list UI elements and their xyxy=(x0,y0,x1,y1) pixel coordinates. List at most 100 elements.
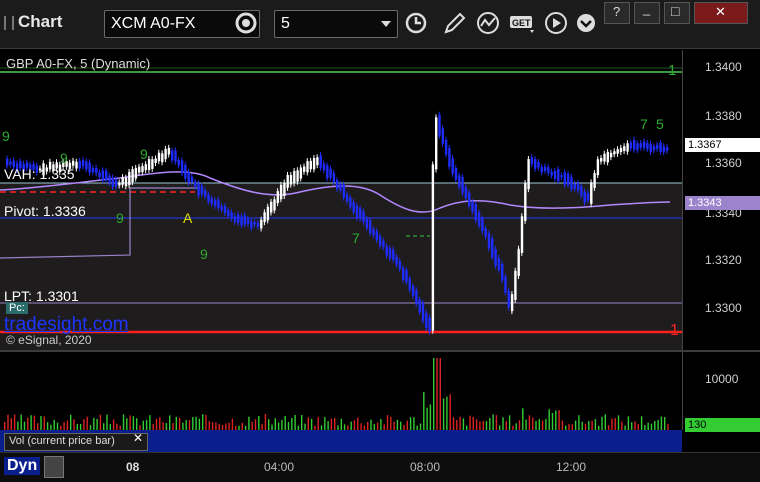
volume-bar xyxy=(604,414,606,430)
candle-body xyxy=(161,153,164,163)
close-study-icon[interactable]: ✕ xyxy=(133,431,143,445)
candle-body xyxy=(510,294,514,312)
candle-body xyxy=(656,144,659,149)
candle-body xyxy=(273,199,276,211)
title-bar: Chart XCM A0-FX 5 GET ? _ □ ✕ xyxy=(0,0,760,49)
study-icon[interactable] xyxy=(474,10,502,36)
volume-bar xyxy=(396,419,399,430)
volume-axis[interactable]: 10000 130 xyxy=(682,352,760,432)
minimize-button[interactable]: _ xyxy=(634,1,660,24)
candle-body xyxy=(560,175,563,178)
volume-bar xyxy=(485,421,488,430)
volume-bar xyxy=(508,415,511,430)
price-tick: 1.3380 xyxy=(705,109,742,123)
candle-body xyxy=(458,175,461,188)
sequence-count-label: 7 xyxy=(640,116,648,132)
candle-body xyxy=(355,205,359,218)
candle-body xyxy=(616,149,619,154)
menu-icon[interactable] xyxy=(574,10,602,36)
help-button[interactable]: ? xyxy=(604,2,630,24)
candle-body xyxy=(639,143,642,148)
candle-body xyxy=(319,155,322,169)
price-pane[interactable]: GBP A0-FX, 5 (Dynamic) VAH: 1.335 Pivot:… xyxy=(0,50,682,350)
volume-bar xyxy=(350,421,352,430)
candle-body xyxy=(144,164,147,171)
volume-bar xyxy=(370,419,372,430)
symbol-value: XCM A0-FX xyxy=(111,15,196,32)
candle-body xyxy=(316,157,319,166)
pencil-icon[interactable] xyxy=(440,10,468,36)
clock-icon[interactable] xyxy=(402,10,430,36)
candle-body xyxy=(626,143,629,152)
candle-body xyxy=(487,233,491,249)
candle-body xyxy=(253,222,256,225)
volume-bar xyxy=(277,422,280,430)
candle-body xyxy=(474,204,477,221)
candle-body xyxy=(293,171,296,184)
play-icon[interactable] xyxy=(542,10,570,36)
time-tick: 12:00 xyxy=(556,460,587,474)
candle-body xyxy=(101,170,105,181)
candle-body xyxy=(497,257,501,270)
candle-body xyxy=(461,177,464,194)
candle-body xyxy=(537,161,540,168)
chevron-down-icon xyxy=(381,21,391,27)
candle-body xyxy=(6,158,9,166)
candle-body xyxy=(590,182,593,204)
dyn-label[interactable]: Dyn xyxy=(4,457,41,475)
candle-body xyxy=(88,162,91,173)
get-data-icon[interactable]: GET xyxy=(508,10,536,36)
marker-top: 1 xyxy=(668,62,677,79)
volume-bar xyxy=(353,420,356,430)
volume-bar xyxy=(436,358,438,430)
volume-bar xyxy=(360,423,362,430)
volume-bar xyxy=(185,420,187,430)
candle-body xyxy=(530,157,534,164)
candle-body xyxy=(586,193,590,201)
volume-study-tab[interactable]: Vol (current price bar) xyxy=(4,433,148,451)
volume-bar xyxy=(281,419,283,430)
candle-body xyxy=(270,201,273,213)
candle-body xyxy=(382,240,385,248)
volume-bar xyxy=(103,423,105,430)
drag-grip-icon[interactable] xyxy=(4,16,14,30)
sequence-count-label: 9 xyxy=(116,210,124,226)
window-title: Chart xyxy=(18,12,63,31)
candle-body xyxy=(200,185,204,195)
candle-body xyxy=(471,201,474,212)
link-icon[interactable] xyxy=(44,456,64,478)
volume-bar xyxy=(122,414,125,430)
volume-bar xyxy=(532,417,534,430)
volume-bar xyxy=(56,422,59,430)
candle-body xyxy=(557,169,560,182)
candle-body xyxy=(210,198,213,204)
interval-select[interactable]: 5 xyxy=(274,10,398,38)
candle-body xyxy=(223,206,227,214)
candle-body xyxy=(629,142,633,149)
symbol-settings-icon[interactable] xyxy=(232,10,260,36)
price-axis[interactable]: 1.3400 1.3380 1.3360 1.3340 1.3320 1.330… xyxy=(682,50,760,350)
volume-bar xyxy=(601,416,603,430)
volume-bar xyxy=(469,415,471,430)
volume-bar xyxy=(449,394,451,430)
volume-bar xyxy=(621,421,623,430)
volume-bar xyxy=(40,415,42,430)
volume-bar xyxy=(330,418,333,430)
volume-pane[interactable] xyxy=(0,352,682,430)
last-price-badge: 1.3367 xyxy=(685,138,760,152)
volume-bar xyxy=(10,418,12,430)
time-tick: 08:00 xyxy=(410,460,441,474)
volume-bar xyxy=(327,421,329,430)
volume-bar xyxy=(149,415,151,430)
candle-body xyxy=(435,117,438,170)
volume-bar xyxy=(640,416,643,430)
sequence-count-label: 9 xyxy=(140,146,148,162)
volume-bar xyxy=(136,418,138,430)
series-label: GBP A0-FX, 5 (Dynamic) xyxy=(6,56,151,71)
close-button[interactable]: ✕ xyxy=(694,2,748,24)
time-axis[interactable] xyxy=(0,452,760,482)
candle-body xyxy=(428,317,431,332)
restore-button[interactable]: □ xyxy=(664,2,690,24)
volume-bar xyxy=(258,415,260,430)
candle-body xyxy=(484,228,487,237)
